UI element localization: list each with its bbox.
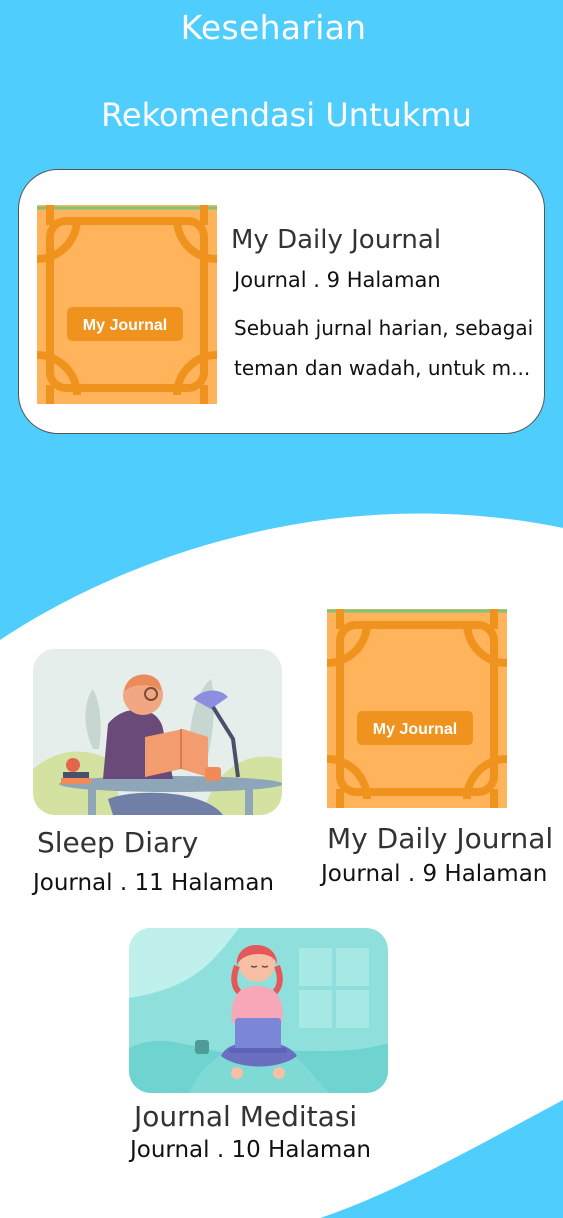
- journal-meditasi-title: Journal Meditasi: [134, 1100, 358, 1133]
- sleep-diary-meta: Journal . 11 Halaman: [33, 870, 275, 896]
- svg-text:My Journal: My Journal: [83, 317, 167, 334]
- recommendation-meta: Journal . 9 Halaman: [234, 268, 441, 292]
- my-daily-journal-title: My Daily Journal: [327, 822, 554, 855]
- svg-text:My Journal: My Journal: [373, 721, 457, 738]
- sleep-diary-title: Sleep Diary: [37, 826, 199, 859]
- journal-cover-image: My Journal: [37, 205, 217, 404]
- recommendation-title: My Daily Journal: [231, 225, 442, 255]
- description-line: teman dan wadah, untuk m...: [234, 356, 531, 380]
- description-line: Sebuah jurnal harian, sebagai: [234, 316, 534, 340]
- journal-meditasi-thumbnail[interactable]: [129, 928, 388, 1093]
- sleep-diary-thumbnail[interactable]: [33, 649, 282, 815]
- section-title-recommendation: Rekomendasi Untukmu: [101, 96, 472, 134]
- my-daily-journal-meta: Journal . 9 Halaman: [321, 861, 548, 887]
- my-daily-journal-cover[interactable]: My Journal: [327, 609, 507, 808]
- recommendation-description: Sebuah jurnal harian, sebagai teman dan …: [234, 308, 534, 388]
- journal-meditasi-meta: Journal . 10 Halaman: [130, 1137, 372, 1163]
- recommendation-card[interactable]: My Journal My Daily Journal Journal . 9 …: [18, 169, 545, 434]
- page-title: Keseharian: [180, 8, 367, 47]
